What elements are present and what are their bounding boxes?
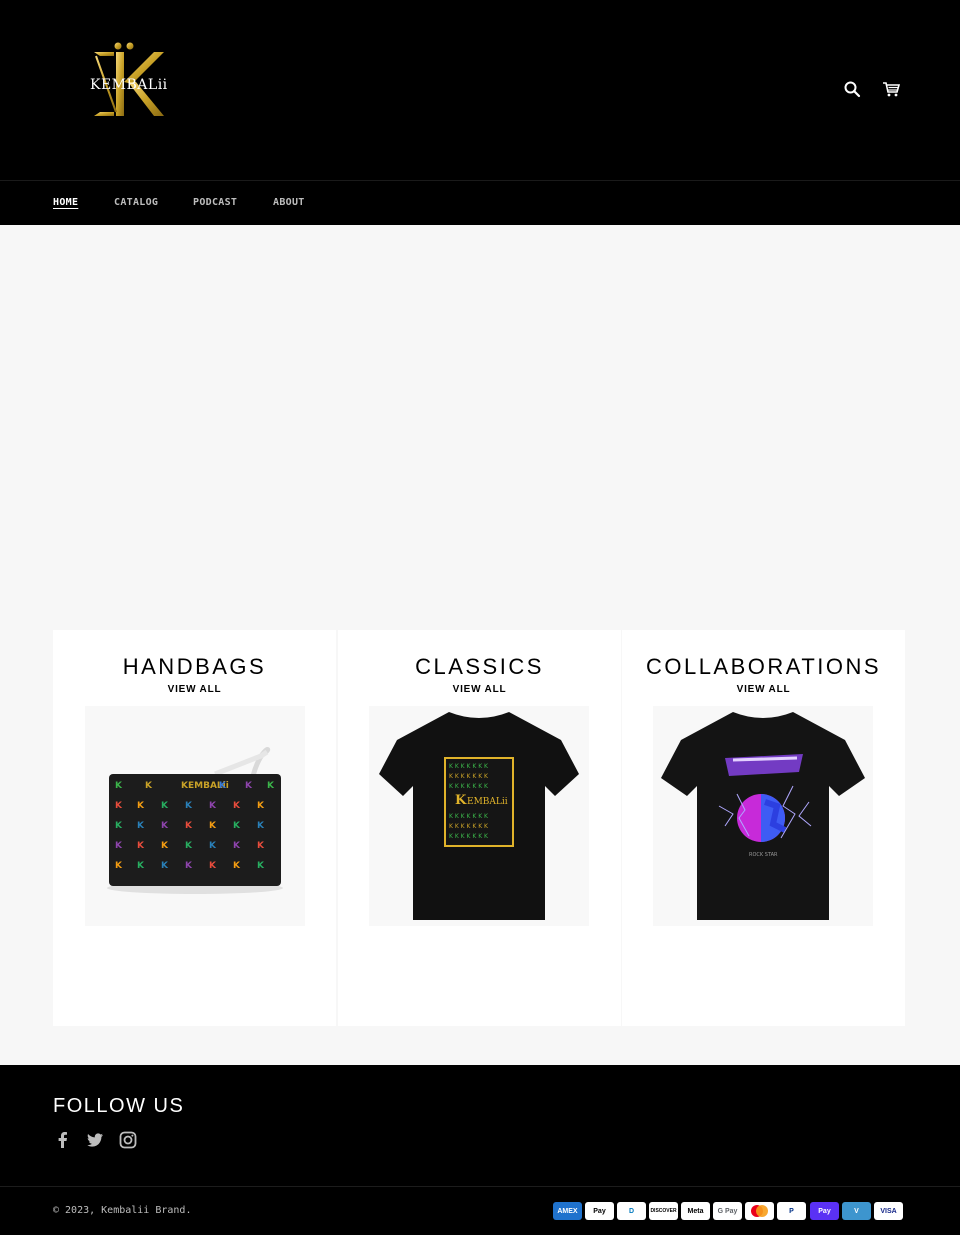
copyright-text: © 2023, Kembalii Brand.: [53, 1205, 192, 1216]
search-icon[interactable]: [843, 80, 861, 98]
svg-text:K K K K K K K: K K K K K K K: [449, 823, 489, 830]
svg-text:K K K K K K K: K K K K K K K: [449, 783, 489, 790]
svg-text:K K K K K K K: K K K K K K K: [449, 763, 489, 770]
collection-card-collaborations[interactable]: COLLABORATIONS VIEW ALL ROCK STAR: [622, 630, 905, 1026]
view-all-link[interactable]: VIEW ALL: [622, 684, 905, 695]
svg-text:K: K: [115, 781, 123, 791]
svg-text:K: K: [245, 781, 253, 791]
svg-text:K: K: [137, 801, 145, 811]
svg-text:K: K: [161, 801, 169, 811]
svg-text:K: K: [455, 793, 467, 808]
footer-divider: [0, 1186, 960, 1187]
svg-text:K: K: [137, 821, 145, 831]
svg-text:K: K: [257, 841, 265, 851]
google-pay-icon: G Pay: [713, 1202, 742, 1220]
follow-us-title: FOLLOW US: [53, 1095, 185, 1117]
svg-text:K K K K K K K: K K K K K K K: [449, 813, 489, 820]
svg-text:K: K: [267, 781, 275, 791]
handbag-image[interactable]: K K KEMBALii K K K KKKKKKK KKKKKKK KKKKKKK KK…: [85, 706, 305, 926]
svg-text:K: K: [161, 861, 169, 871]
svg-text:K: K: [115, 801, 123, 811]
svg-text:K: K: [185, 841, 193, 851]
logo-text: KEMBALii: [90, 77, 168, 93]
twitter-icon[interactable]: [85, 1130, 105, 1150]
shop-pay-icon: Pay: [810, 1202, 839, 1220]
view-all-link[interactable]: VIEW ALL: [53, 684, 336, 695]
svg-text:K: K: [185, 821, 193, 831]
svg-text:K: K: [161, 821, 169, 831]
collection-card-handbags[interactable]: HANDBAGS VIEW ALL K K KEMBALii K K K KKKKKKK …: [53, 630, 336, 1026]
svg-text:K K K K K K K: K K K K K K K: [449, 833, 489, 840]
classic-tshirt-image[interactable]: K K K K K K K K K K K K K K K K K K K K …: [369, 706, 589, 926]
nav-item-podcast[interactable]: PODCAST: [193, 197, 237, 208]
svg-text:K: K: [233, 841, 241, 851]
main-nav: HOME CATALOG PODCAST ABOUT: [0, 180, 960, 225]
svg-text:K: K: [115, 861, 123, 871]
collaboration-tshirt-image[interactable]: ROCK STAR: [653, 706, 873, 926]
svg-text:K: K: [233, 861, 241, 871]
amex-icon: AMEX: [553, 1202, 582, 1220]
svg-text:K: K: [233, 821, 241, 831]
svg-text:K K K K K K K: K K K K K K K: [449, 773, 489, 780]
apple-pay-icon: Pay: [585, 1202, 614, 1220]
instagram-icon[interactable]: [118, 1130, 138, 1150]
svg-text:K: K: [161, 841, 169, 851]
site-header: KEMBALii: [0, 0, 960, 180]
svg-text:K: K: [209, 801, 217, 811]
svg-text:K: K: [209, 841, 217, 851]
collection-card-classics[interactable]: CLASSICS VIEW ALL K K K K K K K K K K K …: [338, 630, 621, 1026]
svg-text:EMBALii: EMBALii: [467, 797, 508, 807]
svg-text:K: K: [209, 861, 217, 871]
svg-text:K: K: [209, 821, 217, 831]
svg-text:K: K: [185, 801, 193, 811]
collection-title[interactable]: HANDBAGS: [53, 654, 336, 680]
paypal-icon: P: [777, 1202, 806, 1220]
svg-text:K: K: [145, 781, 153, 791]
svg-text:K: K: [257, 821, 265, 831]
discover-icon: DISCOVER: [649, 1202, 678, 1220]
svg-text:K: K: [257, 801, 265, 811]
facebook-icon[interactable]: [53, 1130, 73, 1150]
cart-icon[interactable]: [882, 80, 901, 98]
svg-text:K: K: [115, 841, 123, 851]
view-all-link[interactable]: VIEW ALL: [338, 684, 621, 695]
collection-grid: HANDBAGS VIEW ALL K K KEMBALii K K K KKKKKKK …: [53, 630, 905, 1026]
svg-text:K: K: [115, 821, 123, 831]
svg-text:K: K: [219, 781, 227, 791]
svg-text:K: K: [233, 801, 241, 811]
visa-icon: VISA: [874, 1202, 903, 1220]
svg-text:K: K: [137, 861, 145, 871]
kembalii-logo[interactable]: KEMBALii: [88, 40, 168, 120]
mastercard-icon: [745, 1202, 774, 1220]
site-footer: FOLLOW US © 2023, Kembalii Brand. AMEX P…: [0, 1065, 960, 1235]
collection-title[interactable]: COLLABORATIONS: [622, 654, 905, 680]
hero-section: [0, 225, 960, 630]
nav-item-about[interactable]: ABOUT: [273, 197, 305, 208]
meta-pay-icon: Meta: [681, 1202, 710, 1220]
svg-text:K: K: [137, 841, 145, 851]
collection-title[interactable]: CLASSICS: [338, 654, 621, 680]
venmo-icon: V: [842, 1202, 871, 1220]
svg-text:K: K: [257, 861, 265, 871]
diners-club-icon: D: [617, 1202, 646, 1220]
nav-item-catalog[interactable]: CATALOG: [114, 197, 158, 208]
svg-text:ROCK STAR: ROCK STAR: [749, 852, 778, 858]
nav-item-home[interactable]: HOME: [53, 197, 78, 208]
svg-text:K: K: [185, 861, 193, 871]
